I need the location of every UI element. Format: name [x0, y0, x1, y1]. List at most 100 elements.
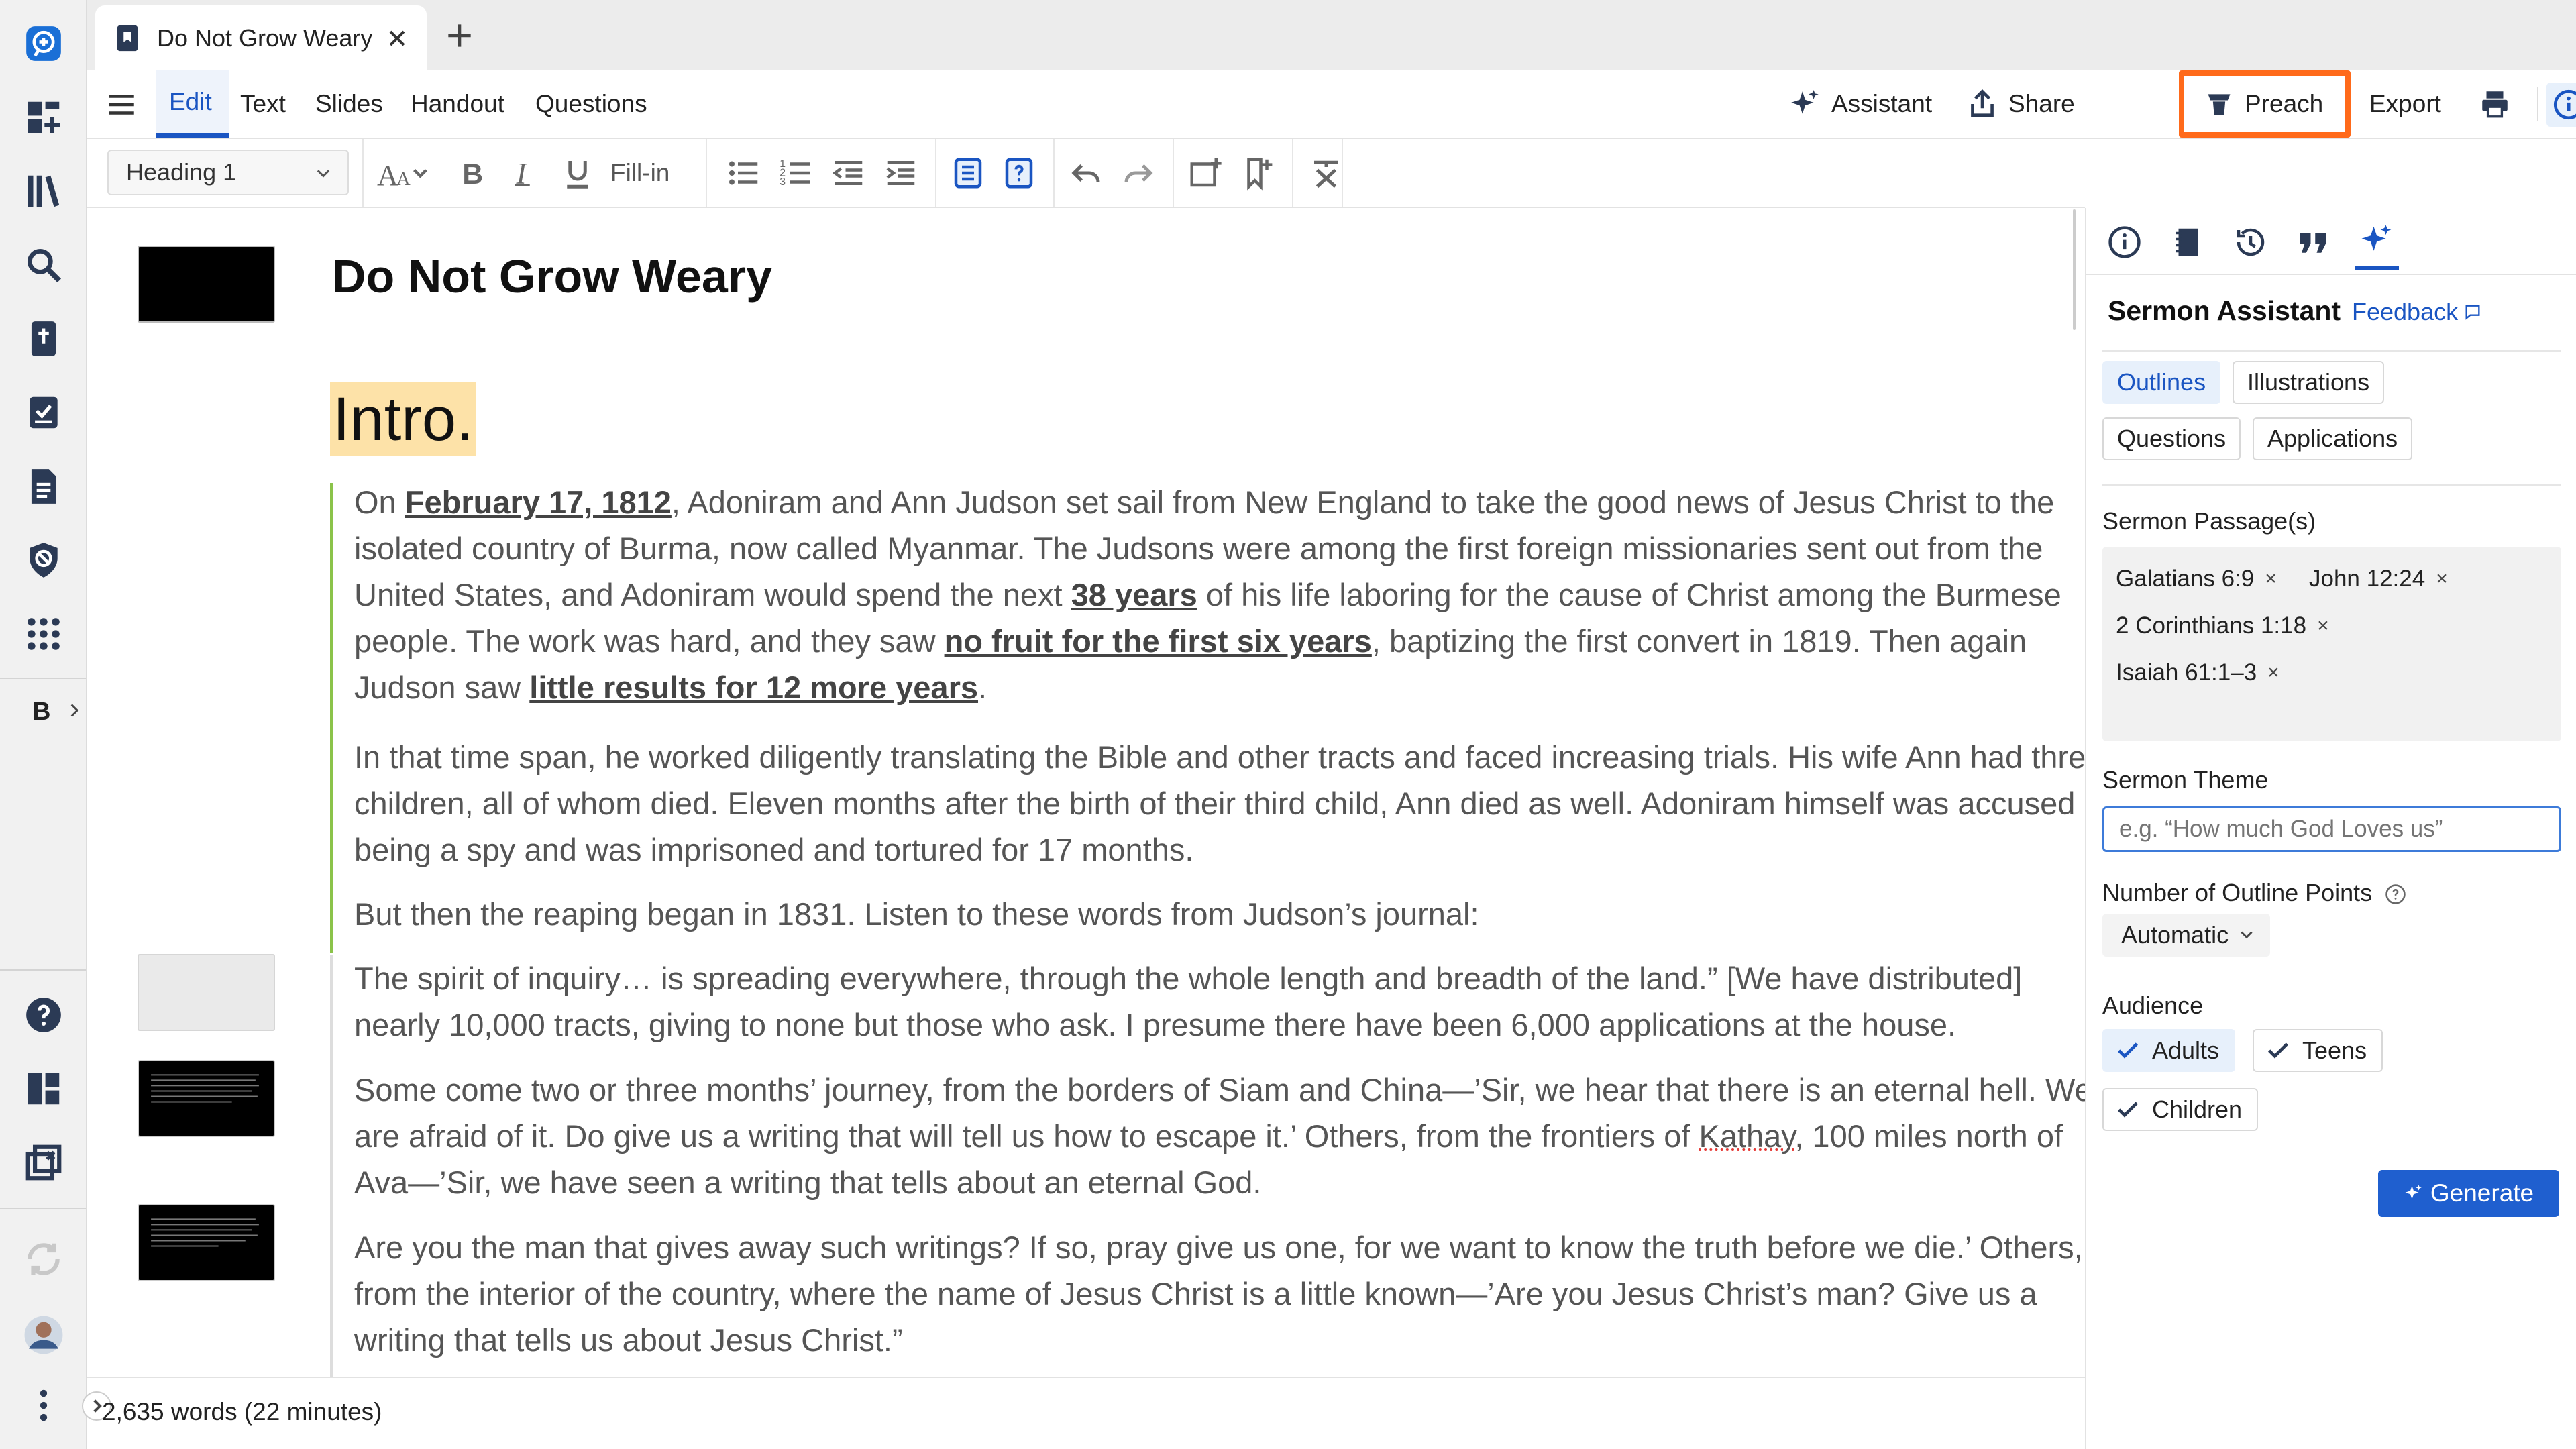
panel-tab-quotes[interactable]: [2292, 220, 2336, 264]
hamburger-menu-icon[interactable]: [105, 88, 138, 121]
slide-thumbnail[interactable]: [138, 1060, 275, 1137]
fill-in-button[interactable]: Fill-in: [610, 139, 669, 207]
library-icon[interactable]: [20, 168, 67, 215]
slide-thumbnail[interactable]: [138, 1204, 275, 1281]
preach-button[interactable]: Preach: [2179, 70, 2351, 138]
toolbar-divider: [935, 139, 936, 207]
mode-applications[interactable]: Applications: [2253, 417, 2413, 460]
assistant-button[interactable]: Assistant: [1788, 70, 1932, 138]
remove-chip-icon[interactable]: ×: [2436, 568, 2448, 590]
bulleted-list-icon[interactable]: [726, 155, 762, 191]
paragraph-4[interactable]: The spirit of inquiry… is spreading ever…: [354, 955, 2085, 1048]
paragraph-5[interactable]: Some come two or three months’ journey, …: [354, 1067, 2085, 1205]
close-panels-icon[interactable]: [20, 1139, 67, 1186]
rail-expand-chevron-icon[interactable]: [66, 702, 83, 719]
audience-teens-toggle[interactable]: Teens: [2253, 1029, 2383, 1072]
share-button[interactable]: Share: [1966, 70, 2075, 138]
panel-tab-notebook[interactable]: [2165, 220, 2210, 264]
bible-icon[interactable]: [20, 315, 67, 362]
remove-chip-icon[interactable]: ×: [2317, 614, 2329, 637]
mode-outlines[interactable]: Outlines: [2102, 361, 2221, 404]
document-scrollbar[interactable]: [2073, 209, 2076, 330]
quote-icon: [2300, 233, 2326, 253]
remove-chip-icon[interactable]: ×: [2265, 568, 2277, 590]
new-tab-icon[interactable]: [443, 19, 476, 52]
export-button[interactable]: Export: [2369, 70, 2441, 138]
paragraph-2[interactable]: In that time span, he worked diligently …: [354, 734, 2085, 873]
tab-slides[interactable]: Slides: [315, 70, 383, 138]
add-slide-icon[interactable]: [1187, 155, 1224, 191]
add-bookmark-icon[interactable]: [1240, 155, 1276, 191]
sparkle-icon: [2405, 1185, 2422, 1199]
toolbar-divider: [706, 139, 707, 207]
mode-illustrations[interactable]: Illustrations: [2233, 361, 2385, 404]
undo-icon[interactable]: [1068, 155, 1104, 191]
logos-logo-icon[interactable]: [20, 20, 67, 67]
clear-format-icon[interactable]: [1308, 155, 1344, 191]
document-tab[interactable]: Do Not Grow Weary: [95, 5, 427, 70]
help-icon[interactable]: [20, 991, 67, 1038]
sermon-theme-input[interactable]: [2102, 806, 2561, 852]
feedback-link[interactable]: Feedback: [2352, 298, 2482, 326]
passages-field[interactable]: Galatians 6:9 × John 12:24 × 2 Corinthians…: [2102, 547, 2561, 741]
redo-icon[interactable]: [1120, 155, 1157, 191]
section-heading[interactable]: Intro.: [330, 382, 476, 456]
block-format-icon[interactable]: [950, 155, 986, 191]
sermon-assistant-panel: Sermon Assistant Feedback Outlines Illus…: [2085, 208, 2576, 1449]
mode-questions[interactable]: Questions: [2102, 417, 2241, 460]
document-icon[interactable]: [20, 463, 67, 510]
question-block-icon[interactable]: [1001, 155, 1037, 191]
inline-link[interactable]: no fruit for the first six years: [945, 623, 1372, 659]
paragraph-3[interactable]: But then the reaping began in 1831. List…: [354, 891, 2085, 937]
tab-questions[interactable]: Questions: [535, 70, 647, 138]
italic-icon[interactable]: I: [507, 155, 543, 191]
audience-adults-toggle[interactable]: Adults: [2102, 1029, 2236, 1072]
passage-chip: John 12:24 ×: [2309, 566, 2448, 592]
more-vertical-icon[interactable]: [20, 1382, 67, 1429]
inline-link[interactable]: 38 years: [1071, 577, 1197, 612]
paragraph-6[interactable]: Are you the man that gives away such wri…: [354, 1224, 2085, 1363]
passage-chip: Galatians 6:9 ×: [2116, 566, 2277, 592]
audience-children-toggle[interactable]: Children: [2102, 1088, 2259, 1131]
document-editor[interactable]: Do Not Grow Weary Intro. On February 17,…: [87, 209, 2085, 1377]
slide-thumbnail[interactable]: [138, 954, 275, 1031]
rail-b-label[interactable]: B: [32, 698, 50, 727]
spelling-error[interactable]: Kathay: [1699, 1118, 1794, 1154]
shield-icon[interactable]: [20, 537, 67, 584]
sync-icon[interactable]: [20, 1236, 67, 1283]
outline-points-select[interactable]: Automatic: [2102, 914, 2270, 957]
paragraph-style-select[interactable]: Heading 1: [107, 150, 349, 195]
font-size-icon[interactable]: AA: [377, 155, 431, 191]
tab-edit[interactable]: Edit: [156, 70, 229, 138]
search-icon[interactable]: [20, 241, 67, 288]
document-title[interactable]: Do Not Grow Weary: [332, 250, 772, 303]
panel-tab-info[interactable]: [2102, 220, 2147, 264]
paragraph-1[interactable]: On February 17, 1812, Adoniram and Ann J…: [354, 479, 2085, 710]
inline-link[interactable]: February 17, 1812: [405, 484, 672, 520]
assistant-label: Assistant: [1831, 90, 1933, 117]
panel-tab-assistant[interactable]: [2355, 215, 2399, 270]
dashboard-add-icon[interactable]: [20, 94, 67, 141]
toolbar-divider: [1173, 139, 1174, 207]
avatar[interactable]: [20, 1311, 67, 1358]
numbered-list-icon[interactable]: 123: [778, 155, 814, 191]
bold-icon[interactable]: B: [455, 155, 491, 191]
close-tab-icon[interactable]: [384, 25, 411, 52]
info-toggle-button[interactable]: [2546, 83, 2576, 127]
panel-tab-history[interactable]: [2229, 220, 2273, 264]
outdent-icon[interactable]: [830, 155, 867, 191]
layout-icon[interactable]: [20, 1065, 67, 1112]
print-button[interactable]: [2478, 70, 2521, 138]
tab-text[interactable]: Text: [240, 70, 286, 138]
remove-chip-icon[interactable]: ×: [2267, 661, 2279, 684]
apps-grid-icon[interactable]: [20, 610, 67, 657]
inline-link[interactable]: little results for 12 more years: [529, 669, 978, 705]
indent-icon[interactable]: [883, 155, 919, 191]
generate-button[interactable]: Generate: [2378, 1170, 2559, 1217]
toolbar-divider: [1292, 139, 1293, 207]
underline-icon[interactable]: [559, 155, 596, 191]
tab-handout[interactable]: Handout: [411, 70, 504, 138]
slide-thumbnail[interactable]: [138, 246, 275, 323]
help-icon[interactable]: [2384, 883, 2407, 906]
checklist-icon[interactable]: [20, 389, 67, 436]
